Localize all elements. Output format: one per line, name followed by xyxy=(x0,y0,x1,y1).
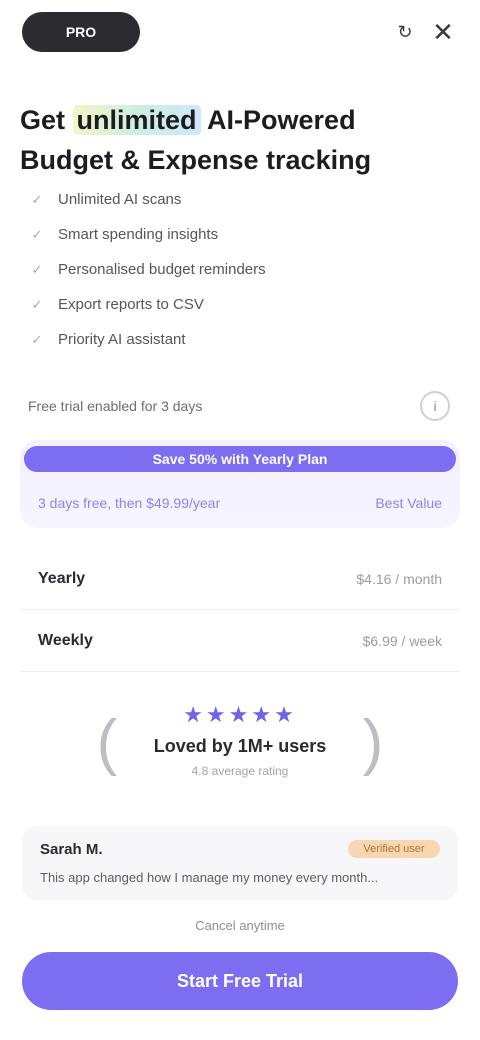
plan-option-price: $4.16 / month xyxy=(356,570,442,587)
feature-label: Export reports to CSV xyxy=(58,296,204,313)
rating-title: Loved by 1M+ users xyxy=(153,736,327,756)
free-trial-label: Free trial enabled for 3 days xyxy=(28,398,203,414)
feature-item: ✓ Smart spending insights xyxy=(30,217,456,252)
free-trial-row[interactable]: Free trial enabled for 3 days i xyxy=(28,388,450,424)
pro-badge: PRO xyxy=(22,12,140,52)
info-icon[interactable]: i xyxy=(420,391,450,421)
review-quote: This app changed how I manage my money e… xyxy=(40,870,379,885)
feature-item: ✓ Personalised budget reminders xyxy=(30,252,456,287)
feature-label: Unlimited AI scans xyxy=(58,191,182,208)
plan-option-yearly[interactable]: Yearly $4.16 / month xyxy=(20,548,460,610)
verified-badge: Verified user xyxy=(348,840,440,858)
cancel-note: Cancel anytime xyxy=(195,918,285,933)
top-actions: ↻ ✕ xyxy=(392,17,456,47)
plan-option-weekly[interactable]: Weekly $6.99 / week xyxy=(20,610,460,672)
rating-subtitle: 4.8 average rating xyxy=(191,764,289,778)
headline-highlight: unlimited xyxy=(72,105,201,135)
page-title: Get unlimited AI-Powered Budget & Expens… xyxy=(20,100,456,180)
feature-item: ✓ Priority AI assistant xyxy=(30,322,456,357)
feature-list: ✓ Unlimited AI scans ✓ Smart spending insi… xyxy=(30,182,456,357)
close-icon[interactable]: ✕ xyxy=(430,17,456,47)
plan-option-name: Weekly xyxy=(38,631,93,649)
feature-label: Smart spending insights xyxy=(58,226,219,243)
refresh-icon[interactable]: ↻ xyxy=(392,19,418,45)
check-icon: ✓ xyxy=(31,331,43,347)
plan-trial-detail: 3 days free, then $49.99/year xyxy=(38,495,221,511)
plan-options: Yearly $4.16 / month Weekly $6.99 / week xyxy=(20,548,460,672)
top-bar: PRO ↻ ✕ xyxy=(22,8,456,56)
plan-details-row: 3 days free, then $49.99/year Best Value xyxy=(38,488,442,518)
check-icon: ✓ xyxy=(31,261,43,277)
rating-laurel: ( ) ★★★★★ Loved by 1M+ users 4.8 average… xyxy=(90,694,390,794)
headline-before: Get xyxy=(20,105,66,135)
feature-label: Priority AI assistant xyxy=(58,331,186,348)
plan-best-value: Best Value xyxy=(375,495,442,511)
feature-item: ✓ Unlimited AI scans xyxy=(30,182,456,217)
plan-tab-yearly[interactable]: Save 50% with Yearly Plan xyxy=(24,446,456,472)
feature-item: ✓ Export reports to CSV xyxy=(30,287,456,322)
review-author: Sarah M. xyxy=(40,840,103,858)
plan-option-price: $6.99 / week xyxy=(362,632,442,649)
star-rating-icon: ★★★★★ xyxy=(183,702,297,727)
plan-option-name: Yearly xyxy=(38,569,86,587)
feature-label: Personalised budget reminders xyxy=(58,261,266,278)
review-card: Sarah M. Verified user This app changed … xyxy=(22,826,458,900)
check-icon: ✓ xyxy=(31,296,43,312)
review-head: Sarah M. Verified user xyxy=(40,840,440,858)
check-icon: ✓ xyxy=(31,226,43,242)
start-trial-button[interactable]: Start Free Trial xyxy=(22,952,458,1010)
paywall-screen: PRO ↻ ✕ Get unlimited AI-Powered Budget … xyxy=(0,0,480,1040)
check-icon: ✓ xyxy=(31,191,43,207)
plan-selector: Save 50% with Yearly Plan 3 days free, t… xyxy=(20,440,460,528)
